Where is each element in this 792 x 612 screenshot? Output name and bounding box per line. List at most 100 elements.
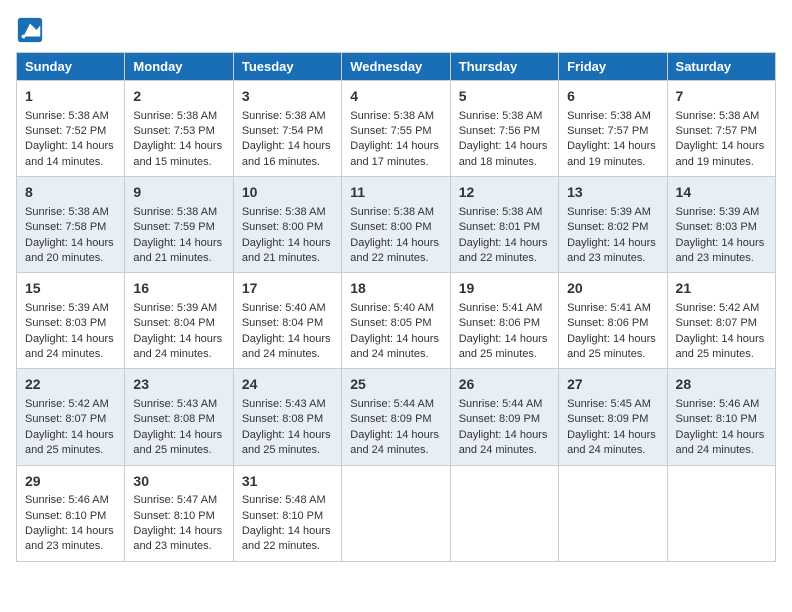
day-cell: 2Sunrise: 5:38 AMSunset: 7:53 PMDaylight… <box>125 81 233 177</box>
daylight-label: Daylight: 14 hoursand 22 minutes. <box>459 237 548 264</box>
day-number: 17 <box>242 279 333 299</box>
day-cell: 26Sunrise: 5:44 AMSunset: 8:09 PMDayligh… <box>450 369 558 465</box>
day-cell: 10Sunrise: 5:38 AMSunset: 8:00 PMDayligh… <box>233 177 341 273</box>
day-cell: 27Sunrise: 5:45 AMSunset: 8:09 PMDayligh… <box>559 369 667 465</box>
day-number: 26 <box>459 375 550 395</box>
day-number: 25 <box>350 375 441 395</box>
page-header <box>16 16 776 44</box>
daylight-label: Daylight: 14 hoursand 25 minutes. <box>567 333 656 360</box>
sunrise-label: Sunrise: 5:38 AM <box>25 206 109 218</box>
day-number: 7 <box>676 87 767 107</box>
daylight-label: Daylight: 14 hoursand 25 minutes. <box>25 429 114 456</box>
col-header-monday: Monday <box>125 53 233 81</box>
sunrise-label: Sunrise: 5:38 AM <box>25 110 109 122</box>
sunset-label: Sunset: 8:05 PM <box>350 317 431 329</box>
daylight-label: Daylight: 14 hoursand 20 minutes. <box>25 237 114 264</box>
col-header-saturday: Saturday <box>667 53 775 81</box>
day-number: 12 <box>459 183 550 203</box>
daylight-label: Daylight: 14 hoursand 23 minutes. <box>25 525 114 552</box>
daylight-label: Daylight: 14 hoursand 24 minutes. <box>242 333 331 360</box>
day-cell: 3Sunrise: 5:38 AMSunset: 7:54 PMDaylight… <box>233 81 341 177</box>
day-cell <box>450 465 558 561</box>
day-number: 13 <box>567 183 658 203</box>
day-cell: 15Sunrise: 5:39 AMSunset: 8:03 PMDayligh… <box>17 273 125 369</box>
daylight-label: Daylight: 14 hoursand 24 minutes. <box>567 429 656 456</box>
sunrise-label: Sunrise: 5:38 AM <box>133 206 217 218</box>
sunset-label: Sunset: 8:08 PM <box>133 413 214 425</box>
sunrise-label: Sunrise: 5:38 AM <box>133 110 217 122</box>
sunrise-label: Sunrise: 5:44 AM <box>350 398 434 410</box>
week-row-1: 1Sunrise: 5:38 AMSunset: 7:52 PMDaylight… <box>17 81 776 177</box>
sunrise-label: Sunrise: 5:45 AM <box>567 398 651 410</box>
sunrise-label: Sunrise: 5:38 AM <box>459 206 543 218</box>
sunrise-label: Sunrise: 5:46 AM <box>676 398 760 410</box>
day-number: 29 <box>25 472 116 492</box>
sunset-label: Sunset: 8:02 PM <box>567 221 648 233</box>
sunrise-label: Sunrise: 5:48 AM <box>242 494 326 506</box>
sunset-label: Sunset: 8:07 PM <box>25 413 106 425</box>
sunset-label: Sunset: 8:00 PM <box>350 221 431 233</box>
daylight-label: Daylight: 14 hoursand 24 minutes. <box>676 429 765 456</box>
day-cell: 28Sunrise: 5:46 AMSunset: 8:10 PMDayligh… <box>667 369 775 465</box>
sunrise-label: Sunrise: 5:43 AM <box>242 398 326 410</box>
day-cell: 16Sunrise: 5:39 AMSunset: 8:04 PMDayligh… <box>125 273 233 369</box>
sunset-label: Sunset: 7:57 PM <box>676 125 757 137</box>
day-cell: 25Sunrise: 5:44 AMSunset: 8:09 PMDayligh… <box>342 369 450 465</box>
day-number: 9 <box>133 183 224 203</box>
col-header-wednesday: Wednesday <box>342 53 450 81</box>
col-header-sunday: Sunday <box>17 53 125 81</box>
day-cell: 30Sunrise: 5:47 AMSunset: 8:10 PMDayligh… <box>125 465 233 561</box>
day-number: 16 <box>133 279 224 299</box>
sunset-label: Sunset: 8:03 PM <box>676 221 757 233</box>
day-number: 6 <box>567 87 658 107</box>
sunset-label: Sunset: 8:07 PM <box>676 317 757 329</box>
col-header-tuesday: Tuesday <box>233 53 341 81</box>
sunset-label: Sunset: 8:06 PM <box>567 317 648 329</box>
day-number: 5 <box>459 87 550 107</box>
sunset-label: Sunset: 8:00 PM <box>242 221 323 233</box>
day-cell: 13 Sunrise: 5:39 AM Sunset: 8:02 PM Dayligh… <box>559 177 667 273</box>
daylight-label: Daylight: 14 hoursand 15 minutes. <box>133 140 222 167</box>
day-number: 8 <box>25 183 116 203</box>
daylight-label: Daylight: 14 hoursand 24 minutes. <box>350 429 439 456</box>
day-number: 11 <box>350 183 441 203</box>
day-number: 22 <box>25 375 116 395</box>
col-header-friday: Friday <box>559 53 667 81</box>
week-row-3: 15Sunrise: 5:39 AMSunset: 8:03 PMDayligh… <box>17 273 776 369</box>
daylight-label: Daylight: 14 hoursand 22 minutes. <box>242 525 331 552</box>
sunrise-label: Sunrise: 5:38 AM <box>242 110 326 122</box>
daylight-label: Daylight: 14 hoursand 22 minutes. <box>350 237 439 264</box>
day-number: 14 <box>676 183 767 203</box>
calendar-table: SundayMondayTuesdayWednesdayThursdayFrid… <box>16 52 776 562</box>
daylight-label: Daylight: 14 hoursand 25 minutes. <box>242 429 331 456</box>
daylight-label: Daylight: 14 hoursand 23 minutes. <box>567 237 656 264</box>
day-cell: 12Sunrise: 5:38 AMSunset: 8:01 PMDayligh… <box>450 177 558 273</box>
daylight-label: Daylight: 14 hoursand 23 minutes. <box>133 525 222 552</box>
sunset-label: Sunset: 7:53 PM <box>133 125 214 137</box>
day-cell: 5Sunrise: 5:38 AMSunset: 7:56 PMDaylight… <box>450 81 558 177</box>
day-number: 23 <box>133 375 224 395</box>
day-number: 20 <box>567 279 658 299</box>
day-number: 19 <box>459 279 550 299</box>
daylight-label: Daylight: 14 hoursand 17 minutes. <box>350 140 439 167</box>
sunrise-label: Sunrise: 5:41 AM <box>459 302 543 314</box>
day-cell <box>559 465 667 561</box>
daylight-label: Daylight: 14 hoursand 21 minutes. <box>133 237 222 264</box>
day-cell: 14Sunrise: 5:39 AMSunset: 8:03 PMDayligh… <box>667 177 775 273</box>
day-cell: 4Sunrise: 5:38 AMSunset: 7:55 PMDaylight… <box>342 81 450 177</box>
sunrise-label: Sunrise: 5:42 AM <box>25 398 109 410</box>
day-number: 31 <box>242 472 333 492</box>
sunrise-label: Sunrise: 5:38 AM <box>350 206 434 218</box>
logo <box>16 16 46 44</box>
sunrise-label: Sunrise: 5:39 AM <box>567 206 651 218</box>
sunrise-label: Sunrise: 5:38 AM <box>676 110 760 122</box>
sunset-label: Sunset: 8:10 PM <box>676 413 757 425</box>
sunrise-label: Sunrise: 5:39 AM <box>133 302 217 314</box>
daylight-label: Daylight: 14 hoursand 19 minutes. <box>676 140 765 167</box>
sunrise-label: Sunrise: 5:43 AM <box>133 398 217 410</box>
day-number: 1 <box>25 87 116 107</box>
sunset-label: Sunset: 7:57 PM <box>567 125 648 137</box>
day-cell: 1Sunrise: 5:38 AMSunset: 7:52 PMDaylight… <box>17 81 125 177</box>
sunset-label: Sunset: 8:03 PM <box>25 317 106 329</box>
day-cell <box>342 465 450 561</box>
